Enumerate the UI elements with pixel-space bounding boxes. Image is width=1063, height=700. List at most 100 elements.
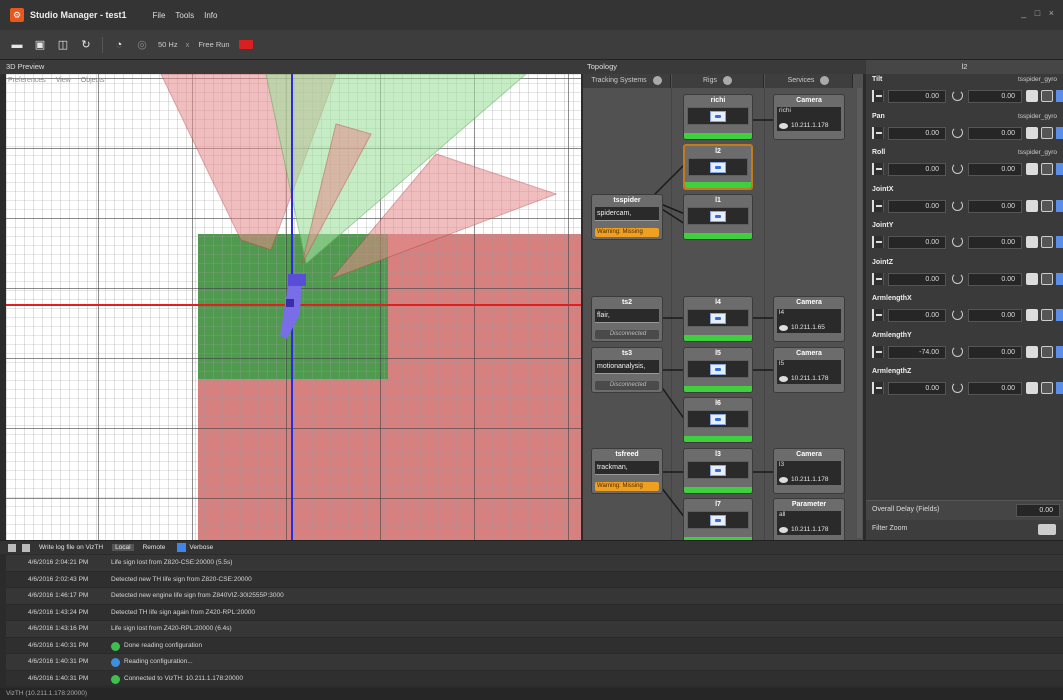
expand-icon[interactable]: [1056, 90, 1063, 102]
delete-log-icon[interactable]: [22, 543, 30, 552]
verbose-checkbox[interactable]: Verbose: [174, 543, 216, 552]
link-icon[interactable]: [1026, 309, 1038, 321]
pin-icon[interactable]: [872, 272, 884, 285]
expand-icon[interactable]: [1056, 163, 1063, 175]
reset-icon[interactable]: [952, 236, 963, 247]
topology-panel[interactable]: Tracking Systems Rigs Services tsspider …: [583, 74, 863, 540]
log-entry[interactable]: 4/6/2016 1:40:31 PM Reading configuration…: [6, 654, 1063, 671]
log-entry[interactable]: 4/6/2016 1:43:16 PM Life sign lost from Z…: [6, 621, 1063, 638]
overall-delay-input[interactable]: 0.00: [1016, 504, 1060, 517]
clear-log-icon[interactable]: [8, 543, 16, 552]
expand-icon[interactable]: [1056, 309, 1063, 321]
pin-icon[interactable]: [872, 163, 884, 175]
save-icon[interactable]: ▣: [33, 38, 47, 52]
property-offset-input[interactable]: 0.00: [968, 236, 1022, 249]
property-value-input[interactable]: 0.00: [888, 126, 946, 140]
rig-node-l7[interactable]: l7: [683, 498, 753, 540]
reset-icon[interactable]: [952, 345, 963, 357]
link-icon[interactable]: [1026, 199, 1038, 212]
topology-scrollbar[interactable]: [857, 88, 862, 538]
property-offset-input[interactable]: 0.00: [968, 272, 1022, 286]
eye-icon[interactable]: [779, 122, 788, 129]
write-log-file-toggle[interactable]: Write log file on VizTH: [36, 544, 106, 551]
options-icon[interactable]: [1041, 345, 1053, 358]
property-offset-input[interactable]: 0.00: [968, 345, 1022, 359]
preview-menu-preferences[interactable]: Preferences: [8, 74, 46, 88]
reset-icon[interactable]: [952, 199, 963, 211]
options-icon[interactable]: [1041, 272, 1053, 285]
log-entry[interactable]: 4/6/2016 1:46:17 PM Detected new engine l…: [6, 588, 1063, 605]
link-icon[interactable]: [1026, 90, 1038, 102]
log-entry[interactable]: 4/6/2016 1:40:31 PM Connected to VizTH: 1…: [6, 671, 1063, 687]
property-value-input[interactable]: 0.00: [888, 382, 946, 395]
expand-icon[interactable]: [1056, 199, 1063, 212]
mode-select[interactable]: Free Run: [198, 40, 229, 49]
service-node-camera[interactable]: Camera l3 10.211.1.178: [773, 448, 845, 494]
eye-icon[interactable]: [779, 324, 788, 331]
rig-node-l6[interactable]: l6: [683, 397, 753, 443]
tracking-system-ts3[interactable]: ts3 motionanalysis, Disconnected: [591, 347, 663, 393]
pin-icon[interactable]: [872, 126, 884, 139]
expand-icon[interactable]: [1056, 345, 1063, 358]
reset-icon[interactable]: [952, 309, 963, 320]
expand-icon[interactable]: [1056, 382, 1063, 394]
pin-icon[interactable]: [872, 199, 884, 212]
expand-icon[interactable]: [1056, 126, 1063, 139]
checkbox-checked-icon[interactable]: [177, 543, 187, 552]
pin-icon[interactable]: [872, 236, 884, 248]
tracking-system-tsfreed[interactable]: tsfreed trackman, Warning: Missing: [591, 448, 663, 494]
link-icon[interactable]: [1026, 126, 1038, 139]
menu-tools[interactable]: Tools: [175, 11, 194, 20]
property-offset-input[interactable]: 0.00: [968, 90, 1022, 103]
options-icon[interactable]: [1041, 309, 1053, 321]
property-value-input[interactable]: 0.00: [888, 236, 946, 249]
rig-node-l2[interactable]: l2: [683, 144, 753, 190]
log-entry[interactable]: 4/6/2016 1:43:24 PM Detected TH life sign…: [6, 605, 1063, 621]
reset-icon[interactable]: [952, 126, 963, 138]
log-entry[interactable]: 4/6/2016 2:04:21 PM Life sign lost from Z…: [6, 555, 1063, 572]
preview-menu-view[interactable]: View: [56, 74, 71, 88]
options-icon[interactable]: [1041, 236, 1053, 248]
refresh-icon[interactable]: ↻: [79, 38, 93, 52]
rate-clear-icon[interactable]: x: [186, 40, 190, 49]
pin-icon[interactable]: [872, 382, 884, 394]
tracking-system-tsspider[interactable]: tsspider spidercam, Warning: Missing: [591, 194, 663, 240]
link-icon[interactable]: [1026, 163, 1038, 175]
link-icon[interactable]: [1026, 345, 1038, 358]
record-icon[interactable]: [238, 40, 253, 49]
eye-icon[interactable]: [779, 375, 788, 382]
preview-menu-objects[interactable]: Objects: [81, 74, 105, 88]
property-value-input[interactable]: 0.00: [888, 272, 946, 286]
filter-remote-button[interactable]: Remote: [140, 544, 169, 551]
pin-icon[interactable]: [872, 90, 884, 102]
property-value-input[interactable]: 0.00: [888, 199, 946, 213]
options-icon[interactable]: [1041, 90, 1053, 102]
open-folder-icon[interactable]: ▬: [10, 38, 24, 52]
expand-icon[interactable]: [1056, 272, 1063, 285]
property-offset-input[interactable]: 0.00: [968, 163, 1022, 176]
reset-icon[interactable]: [952, 90, 963, 101]
property-offset-input[interactable]: 0.00: [968, 126, 1022, 140]
rig-node-l4[interactable]: l4: [683, 296, 753, 342]
log-list[interactable]: 4/6/2016 2:04:21 PM Life sign lost from Z…: [6, 555, 1063, 687]
rig-node-l5[interactable]: l5: [683, 347, 753, 393]
3d-scene[interactable]: [6, 74, 581, 540]
link-icon[interactable]: [779, 526, 788, 533]
property-offset-input[interactable]: 0.00: [968, 199, 1022, 213]
pin-icon[interactable]: [872, 345, 884, 358]
property-value-input[interactable]: 0.00: [888, 163, 946, 176]
eye-icon[interactable]: [779, 476, 788, 483]
reset-icon[interactable]: [952, 272, 963, 284]
property-offset-input[interactable]: 0.00: [968, 309, 1022, 322]
reset-icon[interactable]: [952, 163, 963, 174]
pin-icon[interactable]: [872, 309, 884, 321]
service-node-parameter[interactable]: Parameter all 10.211.1.178: [773, 498, 845, 540]
menu-info[interactable]: Info: [204, 11, 217, 20]
rig-node-l1[interactable]: l1: [683, 194, 753, 240]
rig-node-richi[interactable]: richi: [683, 94, 753, 140]
window-controls[interactable]: _ □ ×: [1021, 8, 1057, 18]
save-as-icon[interactable]: ◫: [56, 38, 70, 52]
service-node-camera[interactable]: Camera richi 10.211.1.178: [773, 94, 845, 140]
property-offset-input[interactable]: 0.00: [968, 382, 1022, 395]
menu-file[interactable]: File: [153, 11, 166, 20]
